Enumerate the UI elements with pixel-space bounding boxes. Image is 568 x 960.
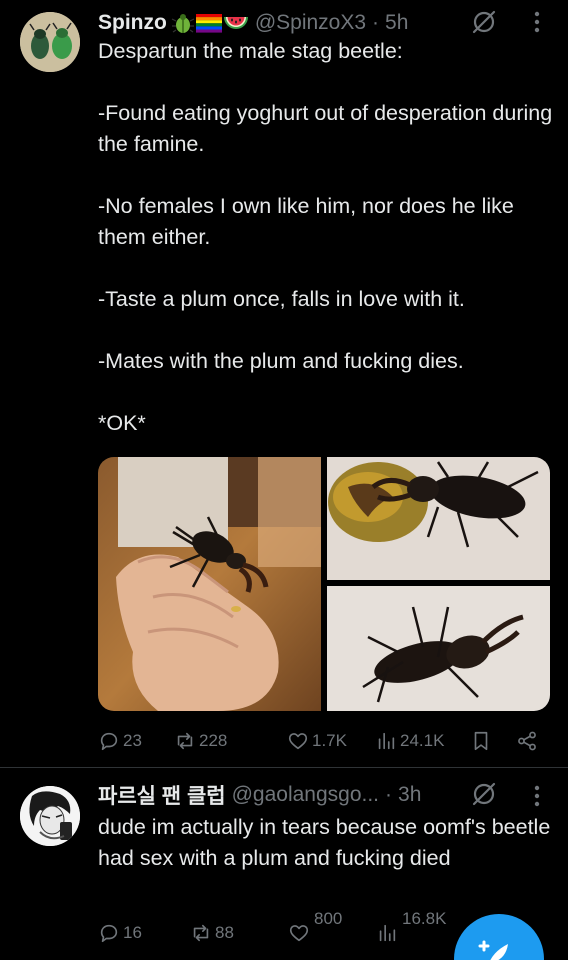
reply-count: 23	[123, 731, 142, 750]
reply-grok-icon[interactable]	[470, 780, 498, 808]
bookmark-icon	[474, 731, 488, 751]
author-avatar[interactable]	[20, 12, 80, 72]
reply-views-count: 16.8K	[402, 909, 447, 928]
compose-feather-icon	[478, 940, 508, 960]
reply-button[interactable]: 23	[98, 726, 142, 756]
reply-more-options-icon[interactable]	[526, 782, 548, 810]
watermelon-emoji-icon	[223, 17, 248, 29]
reply-reply-count: 16	[123, 923, 142, 942]
timestamp[interactable]: 5h	[385, 11, 408, 35]
reply-icon	[100, 924, 118, 943]
reply-header: 파르실 팬 클럽 @gaolangsgo... · 3h	[98, 780, 421, 810]
heart-icon	[288, 733, 308, 750]
reply-like-button[interactable]	[288, 918, 310, 948]
reply-icon	[100, 732, 118, 751]
tweet-text: Despartun the male stag beetle: -Found e…	[98, 39, 553, 435]
separator-dot: ·	[372, 11, 380, 34]
rainbow-flag-emoji-icon	[195, 14, 222, 33]
repost-count: 228	[199, 731, 228, 750]
views-icon	[378, 732, 395, 750]
photo-beetle-on-plum[interactable]	[327, 457, 550, 580]
repost-button[interactable]: 228	[174, 726, 227, 756]
views-icon	[379, 924, 396, 942]
action-bar: 23 228 1.7K 24.1K	[98, 726, 550, 756]
repost-icon	[177, 732, 193, 750]
like-count: 1.7K	[312, 731, 347, 750]
reply-author-avatar[interactable]	[20, 786, 80, 846]
display-name[interactable]: Spinzo	[98, 11, 167, 35]
reply-repost-button[interactable]: 88	[190, 918, 234, 948]
more-options-icon[interactable]	[526, 8, 548, 36]
photo-beetle-on-hand[interactable]	[98, 457, 321, 711]
views-button[interactable]: 24.1K	[375, 726, 444, 756]
reply-display-name[interactable]: 파르실 팬 클럽	[98, 780, 226, 810]
author-handle[interactable]: @SpinzoX3	[255, 11, 366, 35]
reply-timestamp[interactable]: 3h	[398, 783, 421, 807]
name-emoji-badges	[171, 12, 249, 34]
reply-views-button[interactable]	[376, 918, 398, 948]
grok-icon[interactable]	[470, 8, 498, 36]
tweet-header: Spinzo @SpinzoX3 · 5h	[98, 8, 408, 38]
beetle-emoji-icon	[171, 14, 195, 33]
like-button[interactable]: 1.7K	[287, 726, 347, 756]
tweet-main[interactable]: Spinzo @SpinzoX3 · 5h Despartun the male…	[0, 0, 568, 768]
share-button[interactable]	[516, 726, 538, 756]
repost-icon	[193, 924, 209, 942]
reply-author-handle[interactable]: @gaolangsgo...	[232, 783, 379, 807]
reply-reply-button[interactable]: 16	[98, 918, 142, 948]
photo-beetle-on-back[interactable]	[327, 586, 550, 711]
compose-post-button[interactable]	[454, 914, 544, 960]
share-icon	[518, 731, 536, 751]
reply-separator-dot: ·	[385, 783, 393, 806]
media-grid[interactable]	[98, 457, 550, 711]
reply-repost-count: 88	[215, 923, 234, 942]
reply-like-count: 800	[314, 909, 343, 928]
heart-icon	[289, 925, 309, 942]
views-count: 24.1K	[400, 731, 445, 750]
reply-text: dude im actually in tears because oomf's…	[98, 815, 557, 870]
bookmark-button[interactable]	[470, 726, 492, 756]
